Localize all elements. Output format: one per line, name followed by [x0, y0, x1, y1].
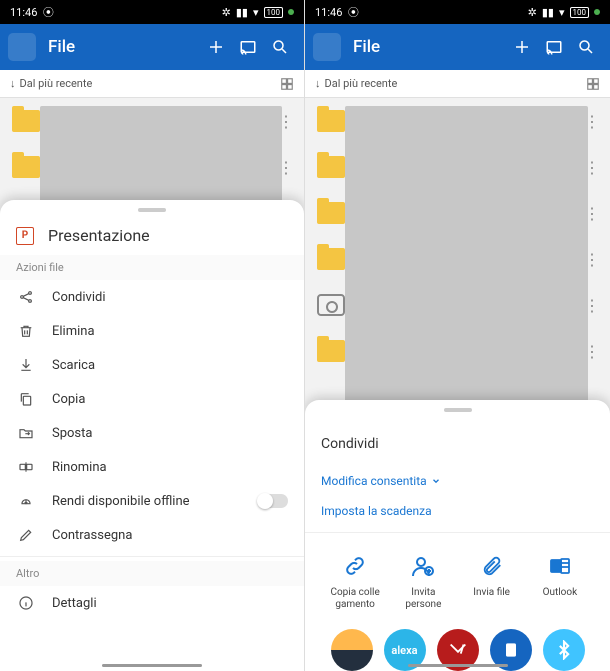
folder-icon — [317, 202, 345, 224]
sheet-file-name: Presentazione — [48, 226, 150, 245]
folder-icon — [317, 156, 345, 178]
share-icon — [16, 289, 36, 305]
move-item[interactable]: Sposta — [0, 416, 304, 450]
wifi-icon: ▾ — [253, 6, 259, 19]
appbar-title: File — [353, 37, 506, 57]
pencil-icon — [16, 527, 36, 543]
offline-icon — [16, 493, 36, 509]
sort-label: Dal più recente — [20, 77, 93, 90]
sheet-handle[interactable] — [138, 208, 166, 212]
file-actions-sheet: P Presentazione Azioni file Condividi El… — [0, 200, 304, 671]
details-item[interactable]: Dettagli — [0, 586, 304, 620]
app-icons-row: alexa — [321, 611, 594, 671]
bluetooth-app-icon[interactable] — [543, 629, 585, 671]
status-time: 11:46 — [315, 6, 342, 19]
copy-icon — [16, 391, 36, 407]
set-expiry-link[interactable]: Imposta la scadenza — [321, 496, 594, 526]
separator — [0, 556, 304, 557]
offline-item[interactable]: Rendi disponibile offline — [0, 484, 304, 518]
section-label-other: Altro — [0, 561, 304, 586]
folder-icon — [317, 340, 345, 362]
mark-item[interactable]: Contrassegna — [0, 518, 304, 552]
folder-icon — [12, 156, 40, 178]
outlook-icon: O — [548, 553, 572, 579]
bluetooth-icon: ✲ — [222, 6, 231, 19]
sort-arrow-icon: ↓ — [10, 77, 16, 90]
outlook-button[interactable]: O Outlook — [530, 553, 590, 611]
view-grid-icon[interactable] — [586, 77, 600, 91]
separator — [305, 532, 610, 533]
add-button[interactable] — [506, 38, 538, 56]
nav-indicator — [102, 664, 202, 667]
offline-toggle[interactable] — [258, 494, 288, 508]
invite-people-button[interactable]: Invita persone — [393, 553, 453, 611]
sort-bar[interactable]: ↓ Dal più recente — [0, 70, 304, 98]
folder-icon — [317, 248, 345, 270]
share-sheet: Condividi Modifica consentita Imposta la… — [305, 400, 610, 671]
avatar[interactable] — [8, 33, 36, 61]
phone-right: 11:46 ⦿ ✲ ▮▮ ▾ 100 File ↓ Dal più recente… — [305, 0, 610, 671]
cast-icon[interactable] — [232, 38, 264, 56]
person-add-icon — [411, 553, 435, 579]
signal-icon: ▮▮ — [236, 6, 248, 19]
app-bar: File — [0, 24, 304, 70]
add-button[interactable] — [200, 38, 232, 56]
share-title: Condividi — [321, 424, 594, 466]
link-icon — [343, 553, 367, 579]
folder-icon — [12, 110, 40, 132]
battery-icon: 100 — [264, 7, 284, 18]
phone-left: 11:46 ⦿ ✲ ▮▮ ▾ 100 File ↓ Dal più recente… — [0, 0, 305, 671]
copy-link-button[interactable]: Copia colle gamento — [325, 553, 385, 611]
edit-permission-link[interactable]: Modifica consentita — [321, 466, 594, 496]
attachment-icon — [481, 553, 503, 579]
battery-icon: 100 — [570, 7, 590, 18]
download-icon — [16, 357, 36, 373]
rename-icon — [16, 459, 36, 475]
status-dot-icon — [594, 9, 600, 15]
search-icon[interactable] — [570, 38, 602, 56]
view-grid-icon[interactable] — [280, 77, 294, 91]
status-dot-icon — [288, 9, 294, 15]
cast-icon[interactable] — [538, 38, 570, 56]
svg-text:O: O — [553, 562, 559, 571]
powerpoint-icon: P — [16, 227, 34, 245]
status-time: 11:46 — [10, 6, 37, 19]
status-bar: 11:46 ⦿ ✲ ▮▮ ▾ 100 — [305, 0, 610, 24]
folder-icon — [317, 110, 345, 132]
bluetooth-icon: ✲ — [528, 6, 537, 19]
copy-item[interactable]: Copia — [0, 382, 304, 416]
info-icon — [16, 595, 36, 611]
download-item[interactable]: Scarica — [0, 348, 304, 382]
share-actions-row: Copia colle gamento Invita persone Invia… — [321, 539, 594, 611]
amazon-app-icon[interactable] — [331, 629, 373, 671]
section-label-actions: Azioni file — [0, 255, 304, 280]
share-item[interactable]: Condividi — [0, 280, 304, 314]
delete-item[interactable]: Elimina — [0, 314, 304, 348]
trash-icon — [16, 323, 36, 339]
sort-bar[interactable]: ↓ Dal più recente — [305, 70, 610, 98]
rename-item[interactable]: Rinomina — [0, 450, 304, 484]
status-bar: 11:46 ⦿ ✲ ▮▮ ▾ 100 — [0, 0, 304, 24]
signal-icon: ▮▮ — [542, 6, 554, 19]
vault-icon — [317, 294, 345, 316]
sheet-handle[interactable] — [444, 408, 472, 412]
sort-label: Dal più recente — [325, 77, 398, 90]
nav-indicator — [408, 664, 508, 667]
move-icon — [16, 425, 36, 441]
avatar[interactable] — [313, 33, 341, 61]
send-file-button[interactable]: Invia file — [462, 553, 522, 611]
sheet-header: P Presentazione — [0, 220, 304, 255]
appbar-title: File — [48, 37, 200, 57]
sort-arrow-icon: ↓ — [315, 77, 321, 90]
search-icon[interactable] — [264, 38, 296, 56]
wifi-icon: ▾ — [559, 6, 565, 19]
app-bar: File — [305, 24, 610, 70]
